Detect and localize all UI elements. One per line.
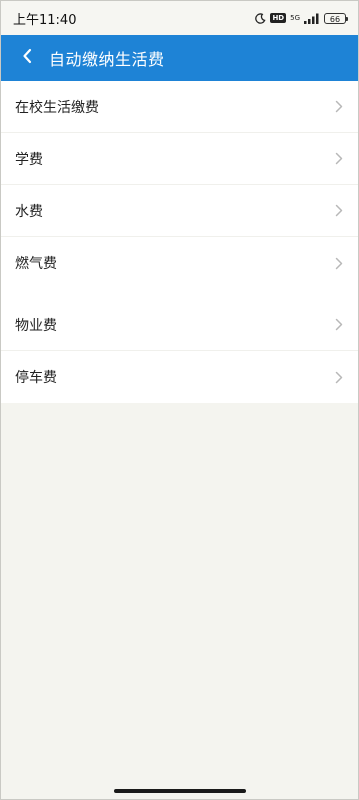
back-button[interactable]: [13, 35, 41, 81]
chevron-left-icon: [22, 48, 32, 68]
list-group-property: 物业费 停车费: [1, 299, 358, 403]
list-item-label: 水费: [15, 203, 43, 220]
list-item-label: 物业费: [15, 317, 57, 334]
page-title: 自动缴纳生活费: [49, 50, 165, 69]
list-item-property[interactable]: 物业费: [1, 299, 358, 351]
chevron-right-icon: [334, 204, 344, 218]
chevron-right-icon: [334, 370, 344, 384]
list-item-label: 学费: [15, 151, 43, 168]
battery-level: 66: [329, 14, 341, 24]
hd-icon: HD: [270, 13, 287, 23]
list-item-parking[interactable]: 停车费: [1, 351, 358, 403]
list-item-tuition[interactable]: 学费: [1, 133, 358, 185]
status-bar: 上午11:40 HD 5G 66: [1, 1, 358, 35]
network-type: 5G: [290, 13, 300, 22]
list-item-label: 停车费: [15, 370, 57, 386]
list-group-campus: 在校生活缴费 学费 水费 燃气费: [1, 81, 358, 289]
signal-icon: [304, 9, 320, 28]
payment-list: 在校生活缴费 学费 水费 燃气费 物业费 停车费: [1, 81, 358, 403]
status-time: 上午11:40: [13, 12, 77, 28]
chevron-right-icon: [334, 256, 344, 270]
status-icons: HD 5G 66: [255, 9, 348, 28]
chevron-right-icon: [334, 318, 344, 332]
moon-icon: [255, 9, 266, 28]
battery-icon: 66: [324, 12, 348, 24]
list-item-gas[interactable]: 燃气费: [1, 237, 358, 289]
network-icon: 5G: [290, 13, 300, 22]
chevron-right-icon: [334, 100, 344, 114]
list-item-campus-fee[interactable]: 在校生活缴费: [1, 81, 358, 133]
home-indicator[interactable]: [113, 789, 246, 793]
list-item-label: 在校生活缴费: [15, 99, 99, 116]
screen: 上午11:40 HD 5G 66 自动缴纳生活费 在校生活缴费 学费 水费 燃气…: [0, 0, 359, 800]
list-item-water[interactable]: 水费: [1, 185, 358, 237]
list-item-label: 燃气费: [15, 256, 57, 272]
app-header: 自动缴纳生活费: [1, 35, 358, 81]
chevron-right-icon: [334, 152, 344, 166]
